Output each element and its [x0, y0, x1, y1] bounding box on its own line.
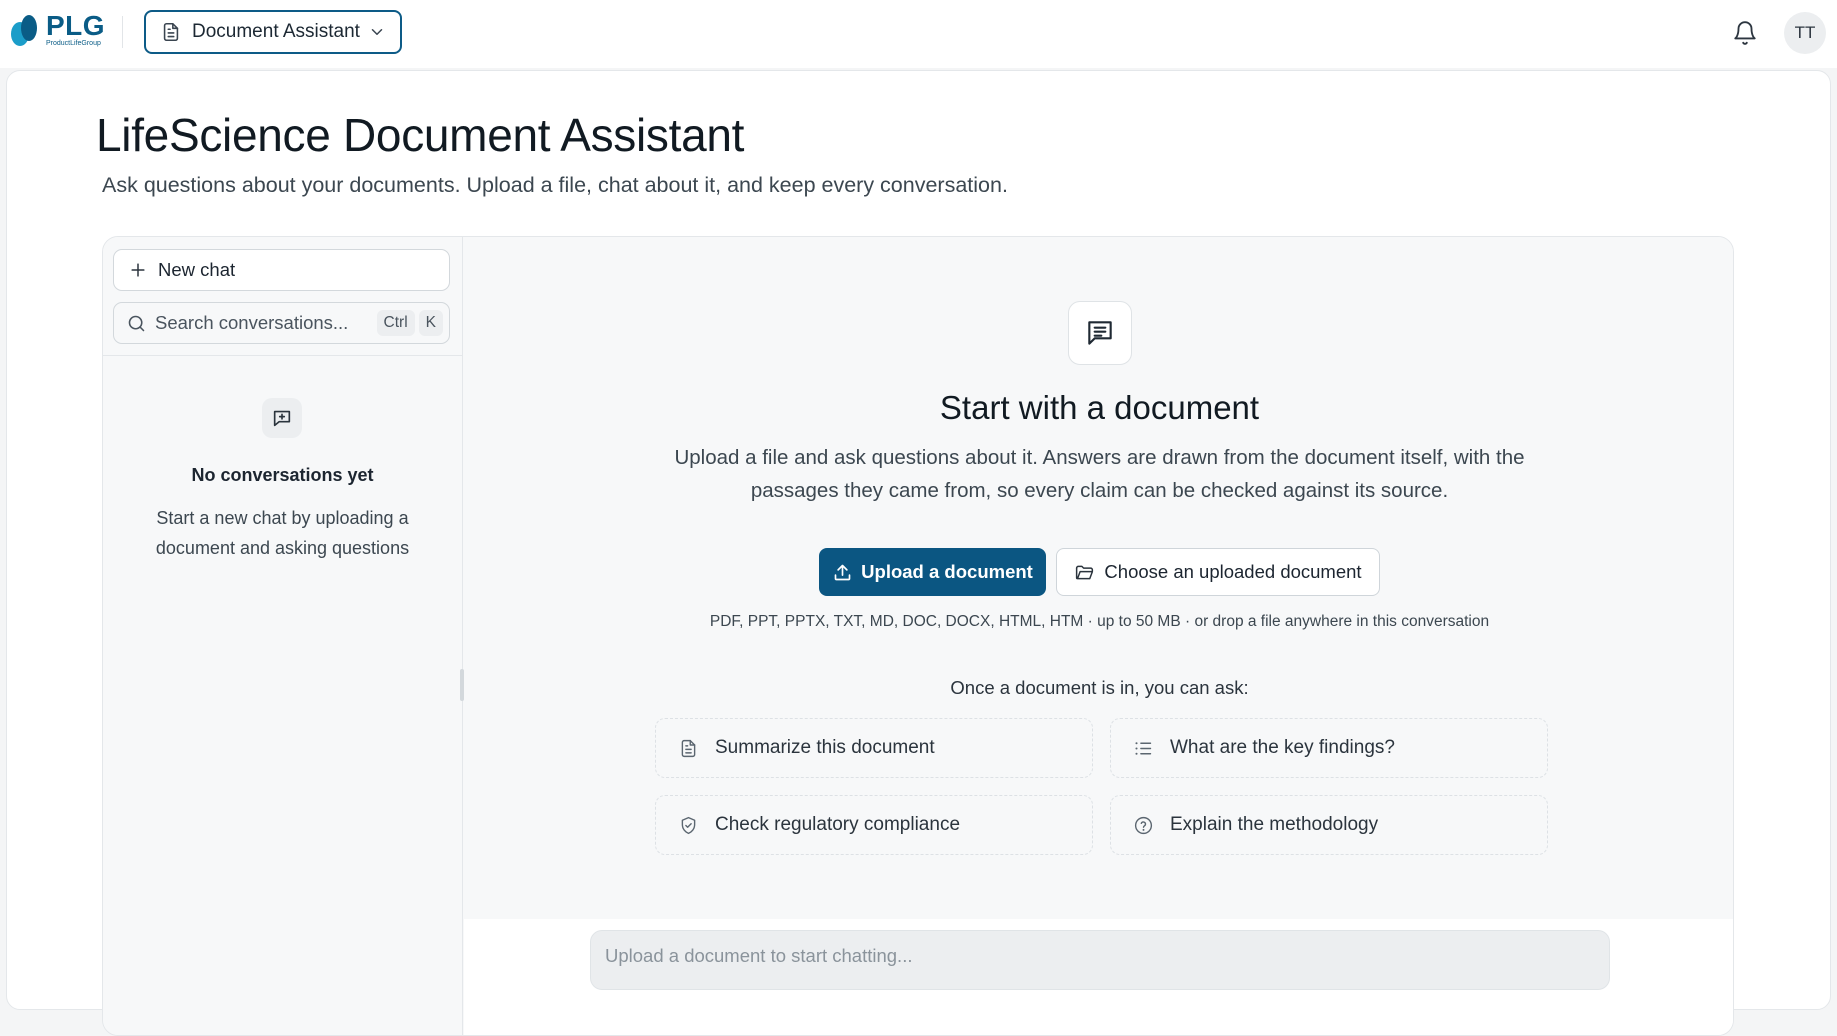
notifications-bell-icon[interactable] [1732, 20, 1758, 46]
page-title: LifeScience Document Assistant [96, 109, 745, 161]
new-chat-label: New chat [158, 259, 236, 280]
logo-wordmark: PLG [46, 10, 106, 41]
user-avatar[interactable]: TT [1784, 12, 1826, 54]
shield-check-icon [681, 816, 696, 834]
choose-uploaded-document-label: Choose an uploaded document [1104, 561, 1362, 582]
page-subtitle: Ask questions about your documents. Uplo… [102, 173, 1008, 197]
empty-state-title: No conversations yet [191, 465, 374, 485]
hero-description: Upload a file and ask questions about it… [674, 446, 1525, 502]
message-lines-icon [1088, 321, 1112, 345]
message-input[interactable] [605, 945, 1595, 967]
hero-title: Start with a document [939, 389, 1260, 426]
choose-uploaded-document-button[interactable]: Choose an uploaded document [1056, 548, 1380, 596]
upload-document-label: Upload a document [861, 561, 1033, 582]
suggestion-summarize[interactable]: Summarize this document [655, 718, 1093, 778]
chat-workspace: New chat Ctrl K No conversations yet Sta… [102, 236, 1734, 1036]
sidebar-divider [103, 355, 462, 356]
chevron-down-icon [371, 29, 383, 35]
suggestion-regulatory-compliance[interactable]: Check regulatory compliance [655, 795, 1093, 855]
supported-formats-note: PDF, PPT, PPTX, TXT, MD, DOC, DOCX, HTML… [709, 613, 1490, 630]
empty-conversations-icon-badge [262, 398, 302, 438]
message-plus-icon [273, 410, 291, 427]
suggestion-key-findings[interactable]: What are the key findings? [1110, 718, 1548, 778]
composer-area [464, 919, 1733, 1035]
suggestions-heading: Once a document is in, you can ask: [950, 677, 1249, 698]
plg-logo[interactable]: PLG ProductLifeGroup [8, 12, 108, 52]
conversations-sidebar: New chat Ctrl K No conversations yet Sta… [103, 237, 464, 1035]
suggestion-label: Summarize this document [715, 737, 935, 758]
shortcut-key-k: K [418, 310, 443, 336]
logo-tagline: ProductLifeGroup [46, 40, 101, 47]
search-icon [128, 315, 145, 331]
new-chat-button[interactable]: New chat [113, 249, 450, 291]
empty-state-description: Start a new chat by uploading a document… [155, 508, 410, 558]
upload-document-button[interactable]: Upload a document [819, 548, 1046, 596]
suggestion-label: Explain the methodology [1170, 814, 1379, 835]
question-circle-icon [1134, 816, 1153, 834]
document-icon [163, 22, 179, 42]
plg-logo-mark-icon [11, 15, 37, 46]
app-switcher-label: Document Assistant [192, 21, 360, 42]
top-bar: PLG ProductLifeGroup Document Assistant … [0, 0, 1837, 68]
plus-icon [131, 263, 145, 277]
conversation-search: Ctrl K [113, 302, 450, 344]
suggestion-methodology[interactable]: Explain the methodology [1110, 795, 1548, 855]
upload-icon [834, 564, 851, 580]
shortcut-key-ctrl: Ctrl [376, 310, 415, 336]
suggestion-label: What are the key findings? [1170, 737, 1395, 758]
app-switcher-dropdown[interactable]: Document Assistant [144, 10, 402, 54]
hero-icon-badge [1068, 301, 1132, 365]
document-icon [681, 739, 696, 757]
topbar-divider [122, 16, 123, 48]
message-composer [590, 930, 1610, 990]
list-icon [1135, 741, 1152, 755]
chat-main-panel: Start with a document Upload a file and … [464, 237, 1733, 1035]
suggestion-label: Check regulatory compliance [715, 814, 961, 835]
search-conversations-input[interactable] [155, 312, 373, 334]
folder-open-icon [1076, 565, 1094, 579]
